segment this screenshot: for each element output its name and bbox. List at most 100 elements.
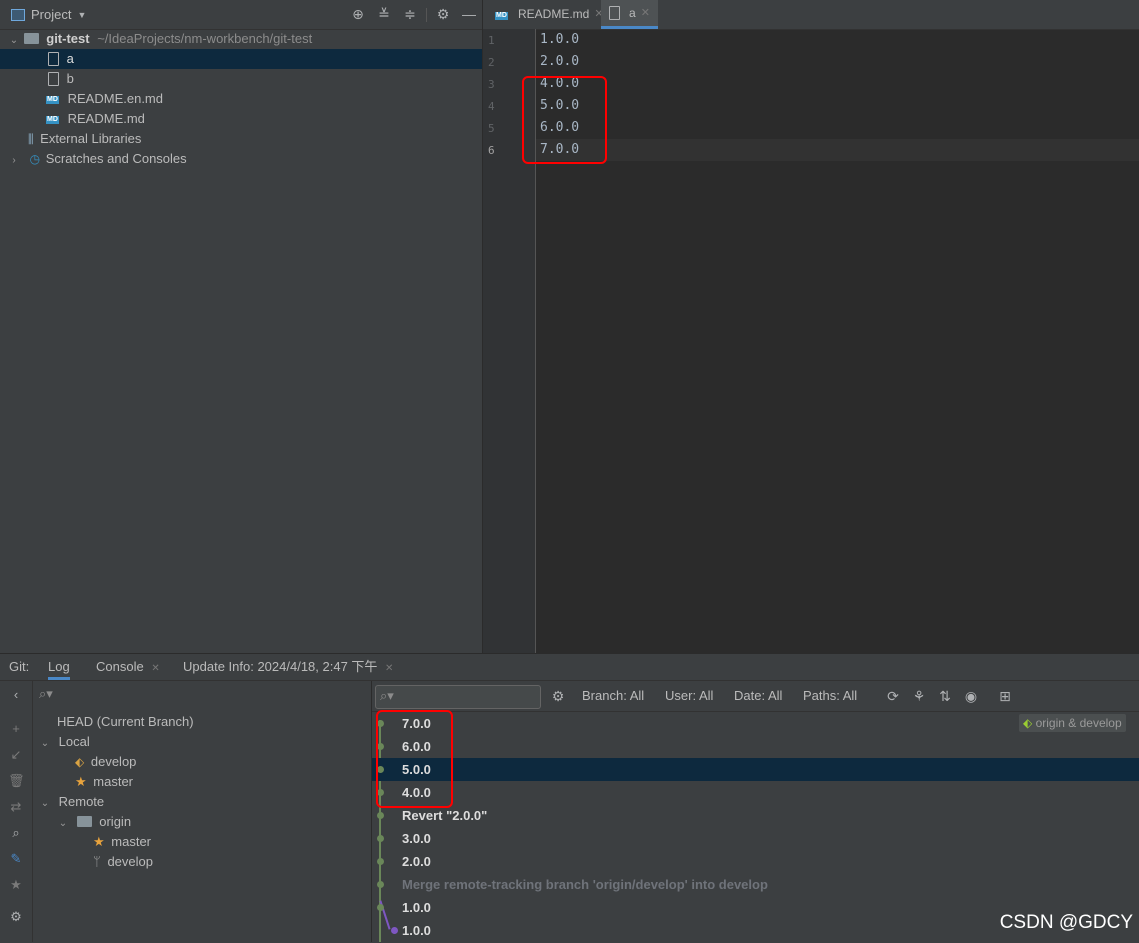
sort-icon[interactable]: ⇅ <box>937 688 953 704</box>
tree-item-project-root[interactable]: ⌄ git-test ~/IdeaProjects/nm-workbench/g… <box>0 29 482 49</box>
paths-filter[interactable]: Paths: All <box>803 688 857 703</box>
star-icon: ★ <box>93 834 105 849</box>
tab-update-info[interactable]: Update Info: 2024/4/18, 2:47 下午 ✕ <box>183 654 393 680</box>
checkout-icon[interactable]: ↙ <box>8 747 24 763</box>
add-icon[interactable]: + <box>8 721 24 737</box>
chevron-left-icon[interactable]: ‹ <box>8 687 24 703</box>
edit-icon[interactable]: ✎ <box>8 851 24 867</box>
branch-group-local[interactable]: ⌄ Local <box>39 732 90 752</box>
commit-node <box>377 881 384 888</box>
commit-node <box>377 835 384 842</box>
commit-node <box>377 904 384 911</box>
commit-row[interactable] <box>372 758 1139 781</box>
tree-item-external-libraries[interactable]: ⫼ External Libraries <box>0 129 482 149</box>
expand-all-icon[interactable]: ≚ <box>376 6 392 22</box>
file-label: b <box>66 71 74 86</box>
refresh-icon[interactable]: ⟳ <box>885 688 901 704</box>
chevron-down-icon[interactable]: ⌄ <box>8 31 20 51</box>
close-icon[interactable]: ✕ <box>385 663 393 674</box>
highlight-box <box>522 76 607 164</box>
branch-local-master[interactable]: ★ master <box>75 772 133 792</box>
tree-label: External Libraries <box>40 131 142 146</box>
line-number: 2 <box>488 56 495 69</box>
compare-icon[interactable]: ⇄ <box>8 799 24 815</box>
git-tabs-bar <box>0 654 1139 681</box>
tab-readme-md[interactable]: MD README.md ✕ <box>487 0 612 29</box>
text-file-icon <box>48 52 59 66</box>
gear-icon[interactable]: ⚙ <box>8 909 24 925</box>
chevron-down-icon[interactable]: ⌄ <box>39 794 51 814</box>
close-icon[interactable]: ✕ <box>151 663 159 674</box>
branch-head[interactable]: HEAD (Current Branch) <box>57 712 194 732</box>
tag-icon: ⬖ <box>75 755 85 769</box>
current-line-highlight <box>536 139 1139 161</box>
commit-row[interactable] <box>372 827 1139 850</box>
chevron-down-icon[interactable]: ⌄ <box>57 814 69 834</box>
tab-console[interactable]: Console ✕ <box>96 654 160 680</box>
branch-icon: ᛘ <box>93 854 101 869</box>
tree-item-readme[interactable]: MD README.md <box>0 109 482 129</box>
tree-item-file-a[interactable]: a <box>0 49 482 69</box>
branch-filter[interactable]: Branch: All <box>582 688 644 703</box>
branch-label: develop <box>107 854 153 869</box>
close-icon[interactable]: ✕ <box>641 0 650 28</box>
commit-message: 1.0.0 <box>402 900 431 915</box>
library-icon: ⫼ <box>28 132 34 146</box>
tab-a[interactable]: a ✕ <box>601 0 658 29</box>
project-view-selector[interactable]: Project ▼ <box>11 7 86 22</box>
commit-message: Merge remote-tracking branch 'origin/dev… <box>402 877 768 892</box>
locate-icon[interactable]: ⊕ <box>350 6 366 22</box>
branch-label: master <box>93 774 134 789</box>
search-icon[interactable]: ⌕ <box>8 825 24 841</box>
line-number: 4 <box>488 100 495 113</box>
log-search-input[interactable]: ⌕▾ <box>375 685 541 709</box>
code-line[interactable]: 1.0.0 <box>540 32 579 47</box>
project-root-path: ~/IdeaProjects/nm-workbench/git-test <box>97 31 313 46</box>
chevron-down-icon[interactable]: ⌄ <box>39 734 51 754</box>
commit-row[interactable] <box>372 781 1139 804</box>
commit-message: 2.0.0 <box>402 854 431 869</box>
line-number: 3 <box>488 78 495 91</box>
editor-tabs: MD README.md ✕ a ✕ <box>483 0 1139 30</box>
branch-group-remote[interactable]: ⌄ Remote <box>39 792 104 812</box>
search-icon: ⌕▾ <box>39 686 53 701</box>
commit-node <box>391 927 398 934</box>
cherry-pick-icon[interactable]: ⚘ <box>911 688 927 704</box>
branch-remote-master[interactable]: ★ master <box>93 832 151 852</box>
tree-item-file-b[interactable]: b <box>0 69 482 89</box>
watermark: CSDN @GDCY <box>999 912 1133 933</box>
code-line[interactable]: 2.0.0 <box>540 54 579 69</box>
branch-remote-develop[interactable]: ᛘ develop <box>93 852 153 872</box>
delete-icon[interactable]: 🗑 <box>8 773 25 789</box>
tree-item-scratches[interactable]: › ◷ Scratches and Consoles <box>0 149 482 169</box>
eye-icon[interactable]: ◉ <box>963 688 979 704</box>
star-icon[interactable]: ★ <box>8 877 24 893</box>
scratches-icon: ◷ <box>29 152 41 166</box>
line-number: 5 <box>488 122 495 135</box>
folder-icon <box>76 816 92 827</box>
branch-search-input[interactable]: ⌕▾ <box>39 686 329 706</box>
chevron-down-icon: ▼ <box>77 9 87 20</box>
branch-local-develop[interactable]: ⬖ develop <box>75 752 136 772</box>
branches-panel: ⌕▾ HEAD (Current Branch) ⌄ Local ⬖ devel… <box>33 681 372 942</box>
date-filter[interactable]: Date: All <box>734 688 782 703</box>
branch-remote-origin[interactable]: ⌄ origin <box>57 812 131 832</box>
commit-row[interactable] <box>372 735 1139 758</box>
minimize-icon[interactable]: — <box>461 6 477 22</box>
gear-icon[interactable]: ⚙ <box>550 688 566 704</box>
tree-item-readme-en[interactable]: MD README.en.md <box>0 89 482 109</box>
file-label: a <box>66 51 74 66</box>
line-number: 6 <box>488 144 495 157</box>
user-filter[interactable]: User: All <box>665 688 713 703</box>
collapse-all-icon[interactable]: ≑ <box>402 6 418 22</box>
tab-label: README.md <box>518 7 590 21</box>
tab-log[interactable]: Log <box>48 654 70 680</box>
commit-node <box>377 858 384 865</box>
chevron-right-icon[interactable]: › <box>8 151 20 171</box>
markdown-file-icon: MD <box>46 116 59 124</box>
gear-icon[interactable]: ⚙ <box>435 6 451 22</box>
commit-row[interactable] <box>372 712 1139 735</box>
project-root-label: git-test <box>46 31 90 46</box>
open-in-tab-icon[interactable]: ⊞ <box>997 688 1013 704</box>
commit-row[interactable] <box>372 850 1139 873</box>
